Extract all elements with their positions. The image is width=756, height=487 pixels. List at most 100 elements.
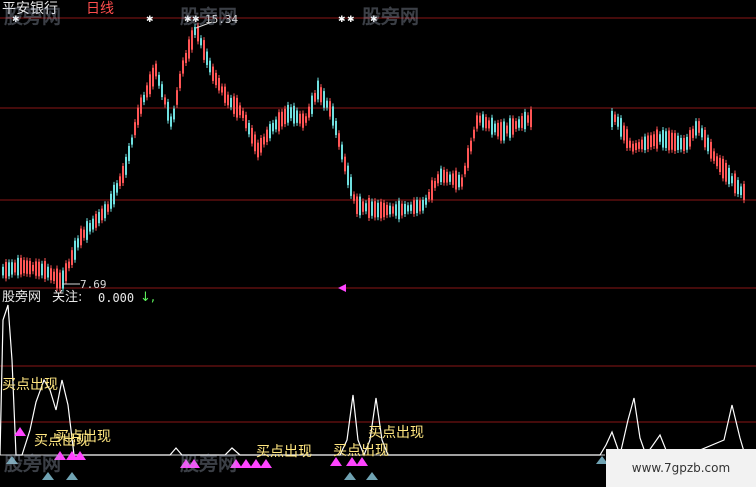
buy-triangle-icon xyxy=(240,459,252,468)
candle-body xyxy=(209,60,211,73)
candle-body xyxy=(419,200,421,212)
candle-body xyxy=(14,262,16,273)
candle-body xyxy=(137,107,139,125)
candle-body xyxy=(665,131,667,148)
candle-body xyxy=(638,142,640,149)
candle-body xyxy=(464,165,466,175)
candle-body xyxy=(371,201,373,216)
candle-body xyxy=(518,119,520,128)
candle-body xyxy=(512,118,514,135)
candle-body xyxy=(611,110,613,128)
candle-body xyxy=(239,105,241,116)
candle-body xyxy=(743,183,745,201)
candle-body xyxy=(434,180,436,188)
candle-body xyxy=(530,109,532,128)
candle-body xyxy=(380,201,382,219)
candle-body xyxy=(131,137,133,145)
candle-body xyxy=(653,134,655,147)
candle-body xyxy=(395,204,397,216)
candle-body xyxy=(230,97,232,108)
candle-body xyxy=(458,174,460,188)
candle-body xyxy=(386,204,388,216)
candle-body xyxy=(257,142,259,158)
candle-body xyxy=(479,115,481,123)
candle-body xyxy=(617,116,619,127)
candle-body xyxy=(362,201,364,212)
candle-body xyxy=(329,101,331,117)
candle-body xyxy=(56,268,58,289)
candle-body xyxy=(731,176,733,184)
candle-body xyxy=(449,174,451,182)
candle-body xyxy=(251,127,253,144)
cursor-arrow-icon xyxy=(338,284,346,292)
candle-body xyxy=(485,117,487,129)
candle-body xyxy=(149,74,151,95)
candle-body xyxy=(719,157,721,173)
period-label[interactable]: 日线 xyxy=(86,2,114,16)
candle-body xyxy=(680,137,682,150)
candle-body xyxy=(668,130,670,151)
down-arrow-icon: ↓, xyxy=(140,290,156,305)
candle-body xyxy=(683,137,685,151)
candle-body xyxy=(461,177,463,187)
candle-body xyxy=(161,84,163,98)
watermark: 股旁网 xyxy=(362,6,420,28)
candle-body xyxy=(446,171,448,183)
candle-body xyxy=(467,148,469,168)
candle-body xyxy=(392,206,394,214)
site-url-banner[interactable]: www.7gpzb.com xyxy=(606,449,756,487)
candle-body xyxy=(647,135,649,150)
candle-body xyxy=(248,122,250,135)
candle-body xyxy=(305,116,307,123)
candle-body xyxy=(389,205,391,215)
candle-body xyxy=(113,184,115,205)
candle-body xyxy=(44,261,46,279)
candle-body xyxy=(332,106,334,126)
candle-body xyxy=(716,156,718,167)
candle-body xyxy=(173,108,175,120)
candle-body xyxy=(737,180,739,195)
candle-body xyxy=(344,156,346,172)
candle-body xyxy=(68,261,70,269)
candle-body xyxy=(701,128,703,138)
candle-body xyxy=(281,111,283,127)
candle-body xyxy=(695,121,697,136)
candle-body xyxy=(650,135,652,148)
candle-body xyxy=(275,119,277,130)
candle-body xyxy=(170,116,172,127)
stock-chart-canvas[interactable]: ✱ ✱ ✱ ✱ ✱ ✱ ✱ xyxy=(0,0,756,487)
candle-body xyxy=(125,156,127,175)
candle-body xyxy=(740,186,742,196)
candle-body xyxy=(89,223,91,232)
candle-body xyxy=(623,125,625,141)
candle-body xyxy=(278,112,280,132)
candle-body xyxy=(164,97,166,105)
indicator-name[interactable]: 股旁网 xyxy=(2,291,41,304)
candle-body xyxy=(440,168,442,183)
candle-body xyxy=(128,145,130,161)
candle-body xyxy=(311,95,313,114)
candle-body xyxy=(86,221,88,240)
candle-body xyxy=(107,204,109,212)
candle-body xyxy=(266,129,268,143)
watermark: 股旁网 xyxy=(4,6,62,28)
candle-body xyxy=(47,266,49,278)
candle-body xyxy=(677,135,679,150)
candle-body xyxy=(692,128,694,138)
candle-body xyxy=(221,86,223,93)
candle-body xyxy=(218,78,220,91)
candle-body xyxy=(314,93,316,102)
candle-body xyxy=(704,129,706,148)
candle-body xyxy=(671,132,673,150)
low-price-label: 7.69 xyxy=(80,278,107,291)
candle-body xyxy=(686,136,688,150)
candle-body xyxy=(50,268,52,281)
candle-body xyxy=(224,86,226,103)
candle-body xyxy=(158,74,160,86)
candle-body xyxy=(689,130,691,147)
candle-body xyxy=(383,202,385,218)
candle-body xyxy=(215,72,217,86)
candle-body xyxy=(23,260,25,274)
candle-body xyxy=(59,272,61,289)
candle-body xyxy=(296,110,298,123)
